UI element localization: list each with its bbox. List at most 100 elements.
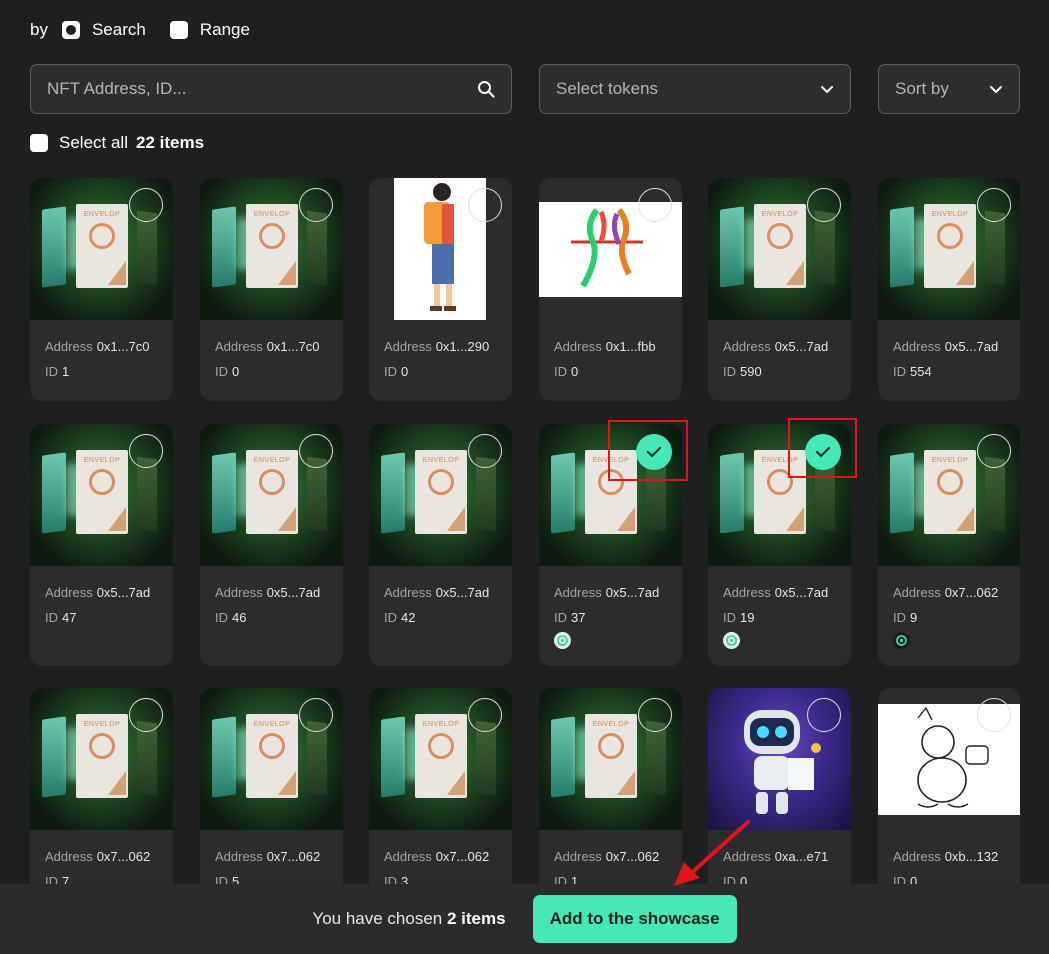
nft-id: 0	[571, 364, 579, 379]
items-count: 22 items	[135, 133, 205, 152]
nft-card[interactable]: ENVELOP Address 0x1...7c0 ID 0	[200, 178, 343, 401]
nft-card[interactable]: ENVELOP Address 0x5...7ad ID 590	[708, 178, 851, 401]
add-to-showcase-button[interactable]: Add to the showcase	[532, 895, 737, 943]
id-label: ID	[384, 874, 397, 884]
address-label: Address	[384, 585, 432, 600]
nft-id: 1	[62, 364, 70, 379]
range-radio[interactable]	[169, 21, 188, 39]
filter-option-search[interactable]: Search	[61, 20, 146, 40]
id-label: ID	[384, 364, 397, 379]
card-select-checkbox[interactable]	[299, 698, 333, 732]
nft-card[interactable]: ENVELOP Address 0x1...7c0 ID 1	[30, 178, 173, 401]
nft-card[interactable]: ENVELOP Address 0x7...062 ID 1	[539, 688, 682, 884]
card-select-checkbox[interactable]	[129, 698, 163, 732]
token-icon	[723, 632, 740, 649]
card-select-checkbox[interactable]	[129, 188, 163, 222]
select-all[interactable]: Select all 22 items	[30, 133, 204, 153]
card-select-checkbox[interactable]	[299, 434, 333, 468]
address-label: Address	[384, 849, 432, 864]
card-select-checkbox[interactable]	[977, 434, 1011, 468]
id-label: ID	[215, 874, 228, 884]
nft-card-info: Address 0x5...7ad ID 42	[384, 580, 489, 630]
selection-count: 2 items	[446, 909, 506, 928]
nft-card[interactable]: ENVELOP Address 0x7...062 ID 3	[369, 688, 512, 884]
address-label: Address	[893, 339, 941, 354]
nft-card[interactable]: ENVELOP Address 0x7...062 ID 7	[30, 688, 173, 884]
nft-address: 0x1...7c0	[96, 339, 150, 354]
address-label: Address	[554, 585, 602, 600]
nft-card-info: Address 0x5...7ad ID 19	[723, 580, 828, 630]
nft-card-info: Address 0xb...132 ID 0	[893, 844, 998, 884]
card-select-checkbox[interactable]	[807, 188, 841, 222]
nft-id: 37	[571, 610, 586, 625]
nft-card[interactable]: ENVELOP Address 0x5...7ad ID 47	[30, 424, 173, 666]
card-select-checkbox[interactable]	[977, 698, 1011, 732]
card-select-checkbox[interactable]	[638, 188, 672, 222]
address-label: Address	[893, 849, 941, 864]
id-label: ID	[893, 364, 906, 379]
chevron-down-icon	[821, 85, 833, 93]
address-label: Address	[45, 849, 93, 864]
nft-card[interactable]: ENVELOP Address 0x5...7ad ID 42	[369, 424, 512, 666]
nft-card-info: Address 0x1...fbb ID 0	[554, 334, 656, 384]
nft-card-info: Address 0x1...7c0 ID 0	[215, 334, 319, 384]
address-label: Address	[384, 339, 432, 354]
id-label: ID	[215, 364, 228, 379]
nft-card[interactable]: Address 0x1...290 ID 0	[369, 178, 512, 401]
select-tokens-dropdown[interactable]: Select tokens	[539, 64, 851, 114]
nft-id: 46	[232, 610, 247, 625]
card-select-checkbox[interactable]	[807, 698, 841, 732]
nft-id: 42	[401, 610, 416, 625]
selection-message: You have chosen 2 items	[312, 909, 505, 929]
nft-address: 0x7...062	[435, 849, 490, 864]
address-label: Address	[893, 585, 941, 600]
card-select-checkbox[interactable]	[468, 434, 502, 468]
nft-card-info: Address 0x5...7ad ID 46	[215, 580, 320, 630]
selection-highlight	[608, 420, 688, 481]
card-select-checkbox[interactable]	[977, 188, 1011, 222]
search-radio[interactable]	[61, 21, 80, 39]
nft-address: 0x5...7ad	[266, 585, 321, 600]
nft-card[interactable]: ENVELOP Address 0x5...7ad ID 46	[200, 424, 343, 666]
address-label: Address	[45, 339, 93, 354]
nft-id: 3	[401, 874, 409, 884]
card-select-checkbox[interactable]	[638, 698, 672, 732]
nft-address: 0x7...062	[96, 849, 151, 864]
nft-card[interactable]: Address 0x1...fbb ID 0	[539, 178, 682, 401]
nft-card[interactable]: ENVELOP Address 0x7...062 ID 5	[200, 688, 343, 884]
nft-id: 1	[571, 874, 579, 884]
sort-by-dropdown[interactable]: Sort by	[878, 64, 1020, 114]
nft-address: 0x1...fbb	[605, 339, 656, 354]
id-label: ID	[893, 610, 906, 625]
selection-message-prefix: You have chosen	[312, 909, 443, 928]
card-select-checkbox[interactable]	[468, 698, 502, 732]
nft-card-info: Address 0x5...7ad ID 47	[45, 580, 150, 630]
nft-id: 5	[232, 874, 240, 884]
card-select-checkbox[interactable]	[299, 188, 333, 222]
card-select-checkbox[interactable]	[468, 188, 502, 222]
nft-card[interactable]: ENVELOP Address 0x5...7ad ID 554	[878, 178, 1020, 401]
nft-address: 0x7...062	[944, 585, 999, 600]
nft-id: 0	[232, 364, 240, 379]
nft-id: 0	[910, 874, 918, 884]
id-label: ID	[45, 364, 58, 379]
card-select-checkbox[interactable]	[129, 434, 163, 468]
nft-card[interactable]: ENVELOP Address 0x7...062 ID 9	[878, 424, 1020, 666]
nft-address: 0x7...062	[605, 849, 660, 864]
nft-address: 0xb...132	[944, 849, 999, 864]
nft-card[interactable]: Address 0xb...132 ID 0	[878, 688, 1020, 884]
nft-card-info: Address 0x7...062 ID 7	[45, 844, 150, 884]
address-label: Address	[215, 339, 263, 354]
select-all-checkbox[interactable]	[30, 134, 48, 152]
nft-id: 0	[401, 364, 409, 379]
search-input[interactable]: NFT Address, ID...	[30, 64, 512, 114]
filter-option-range[interactable]: Range	[169, 20, 250, 40]
select-tokens-placeholder: Select tokens	[556, 79, 659, 98]
filter-option-search-label: Search	[91, 20, 146, 39]
nft-id: 9	[910, 610, 918, 625]
search-icon[interactable]	[477, 80, 495, 98]
nft-card-info: Address 0x1...290 ID 0	[384, 334, 489, 384]
id-label: ID	[45, 874, 58, 884]
search-placeholder: NFT Address, ID...	[47, 79, 187, 98]
selection-highlight	[788, 418, 857, 478]
